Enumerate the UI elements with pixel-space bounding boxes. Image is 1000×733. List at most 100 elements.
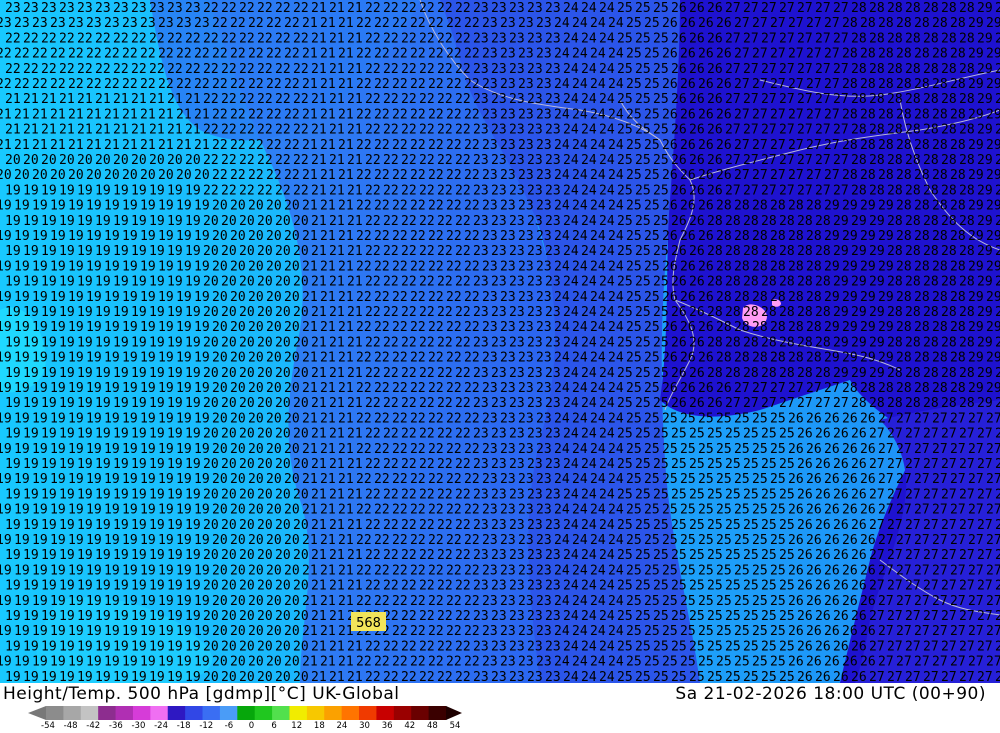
field-value: 22 bbox=[383, 335, 399, 350]
field-value: 22 bbox=[86, 77, 102, 92]
field-value: 22 bbox=[32, 47, 48, 62]
field-value: 19 bbox=[0, 351, 12, 366]
field-value: 23 bbox=[518, 594, 534, 609]
field-value: 22 bbox=[437, 457, 453, 472]
field-value: 21 bbox=[329, 579, 345, 594]
field-value: 26 bbox=[662, 259, 678, 274]
field-value: 28 bbox=[725, 335, 741, 350]
field-value: 19 bbox=[104, 503, 120, 518]
field-value: 22 bbox=[446, 47, 462, 62]
field-value: 25 bbox=[635, 62, 651, 77]
field-value: 19 bbox=[68, 503, 84, 518]
field-value: 22 bbox=[374, 533, 390, 548]
field-value: 28 bbox=[887, 366, 903, 381]
field-value: 24 bbox=[554, 594, 570, 609]
field-value: 27 bbox=[824, 138, 840, 153]
field-value: 25 bbox=[617, 1, 633, 16]
field-value: 22 bbox=[437, 92, 453, 107]
field-value: 23 bbox=[482, 533, 498, 548]
field-value: 23 bbox=[527, 457, 543, 472]
field-value: 21 bbox=[320, 77, 336, 92]
field-value: 22 bbox=[158, 77, 174, 92]
field-value: 28 bbox=[905, 275, 921, 290]
field-value: 19 bbox=[32, 259, 48, 274]
field-value: 22 bbox=[437, 396, 453, 411]
field-value: 26 bbox=[815, 670, 831, 683]
field-value: 19 bbox=[140, 351, 156, 366]
field-value: 23 bbox=[491, 244, 507, 259]
field-value: 26 bbox=[662, 168, 678, 183]
field-value: 25 bbox=[626, 503, 642, 518]
field-value: 24 bbox=[608, 503, 624, 518]
field-value: 25 bbox=[770, 472, 786, 487]
field-value: 22 bbox=[257, 183, 273, 198]
field-value: 28 bbox=[959, 1, 975, 16]
field-value: 26 bbox=[680, 259, 696, 274]
field-value: 19 bbox=[131, 366, 147, 381]
field-value: 27 bbox=[932, 472, 948, 487]
field-value: 19 bbox=[113, 579, 129, 594]
field-value: 22 bbox=[95, 62, 111, 77]
field-value: 22 bbox=[383, 670, 399, 683]
scale-swatch bbox=[411, 706, 430, 720]
field-value: 19 bbox=[68, 442, 84, 457]
field-value: 22 bbox=[167, 31, 183, 46]
field-value: 28 bbox=[806, 199, 822, 214]
field-value: 25 bbox=[689, 639, 705, 654]
field-value: 28 bbox=[923, 305, 939, 320]
field-value: 19 bbox=[95, 366, 111, 381]
field-value: 26 bbox=[671, 275, 687, 290]
field-value: 25 bbox=[644, 655, 660, 670]
field-value: 26 bbox=[662, 290, 678, 305]
field-value: 21 bbox=[176, 107, 192, 122]
field-value: 21 bbox=[311, 214, 327, 229]
field-value: 24 bbox=[563, 305, 579, 320]
field-value: 23 bbox=[545, 366, 561, 381]
field-value: 20 bbox=[221, 244, 237, 259]
field-value: 26 bbox=[698, 77, 714, 92]
field-value: 27 bbox=[986, 503, 1000, 518]
field-value: 20 bbox=[275, 275, 291, 290]
field-value: 25 bbox=[761, 487, 777, 502]
field-value: 22 bbox=[374, 229, 390, 244]
field-value: 29 bbox=[860, 320, 876, 335]
field-value: 27 bbox=[788, 47, 804, 62]
field-value: 22 bbox=[374, 107, 390, 122]
field-value: 21 bbox=[131, 92, 147, 107]
field-value: 19 bbox=[95, 609, 111, 624]
field-value: 19 bbox=[77, 639, 93, 654]
field-value: 24 bbox=[572, 472, 588, 487]
field-value: 27 bbox=[932, 503, 948, 518]
field-value: 27 bbox=[896, 624, 912, 639]
field-value: 21 bbox=[338, 533, 354, 548]
field-value: 19 bbox=[104, 472, 120, 487]
field-value: 22 bbox=[455, 275, 471, 290]
field-value: 28 bbox=[806, 229, 822, 244]
field-value: 28 bbox=[950, 320, 966, 335]
field-value: 27 bbox=[986, 411, 1000, 426]
field-value: 26 bbox=[788, 655, 804, 670]
scale-tick-label: -36 bbox=[108, 721, 123, 731]
field-value: 22 bbox=[248, 138, 264, 153]
field-value: 20 bbox=[248, 229, 264, 244]
field-value: 21 bbox=[320, 229, 336, 244]
field-value: 22 bbox=[464, 229, 480, 244]
field-value: 23 bbox=[482, 259, 498, 274]
field-value: 19 bbox=[131, 335, 147, 350]
field-value: 25 bbox=[716, 624, 732, 639]
field-value: 24 bbox=[599, 214, 615, 229]
field-value: 29 bbox=[851, 214, 867, 229]
field-value: 19 bbox=[113, 427, 129, 442]
field-value: 21 bbox=[347, 153, 363, 168]
field-value: 29 bbox=[995, 244, 1000, 259]
field-value: 19 bbox=[194, 320, 210, 335]
field-value: 27 bbox=[959, 579, 975, 594]
field-value: 19 bbox=[50, 472, 66, 487]
field-value: 26 bbox=[797, 427, 813, 442]
field-value: 21 bbox=[338, 16, 354, 31]
field-value: 22 bbox=[392, 351, 408, 366]
field-value: 21 bbox=[338, 594, 354, 609]
field-value: 22 bbox=[0, 77, 12, 92]
field-value: 24 bbox=[554, 624, 570, 639]
field-value: 22 bbox=[419, 62, 435, 77]
